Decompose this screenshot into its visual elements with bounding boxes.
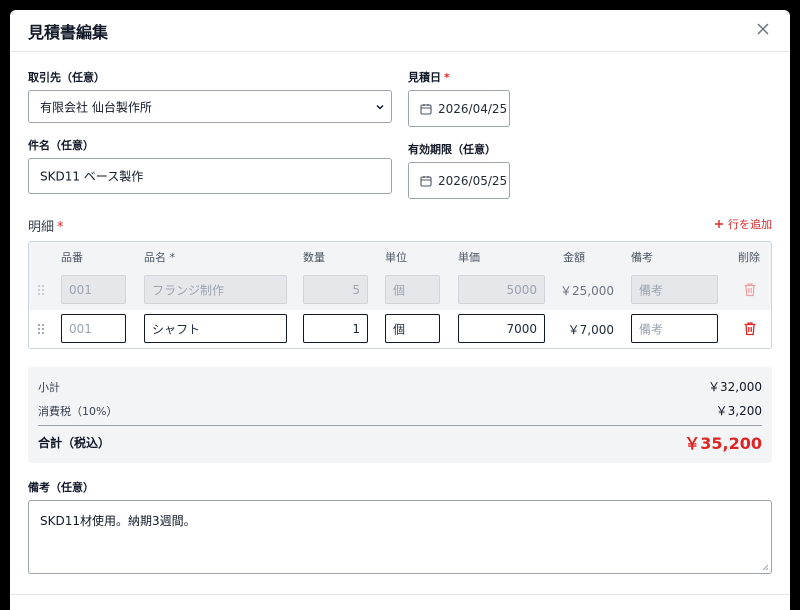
calendar-icon [420, 103, 432, 115]
expiry-label: 有効期限（任意） [408, 143, 496, 156]
col-name: 品名 * [144, 251, 175, 264]
unit-price-input[interactable]: 5000 [458, 275, 545, 304]
summary-divider [38, 425, 762, 426]
subtotal-label: 小計 [38, 381, 60, 394]
amount-value: ￥25,000 [560, 284, 614, 298]
trash-icon[interactable] [743, 321, 757, 336]
name-input[interactable]: フランジ制作 [144, 275, 287, 304]
note-input[interactable]: 備考 [631, 275, 718, 304]
tax-value: ￥3,200 [715, 404, 762, 418]
notes-textarea[interactable]: SKD11材使用。納期3週間。 [28, 500, 772, 574]
client-value: 有限会社 仙台製作所 [40, 100, 152, 114]
add-row-label: 行を追加 [728, 218, 772, 231]
unit-input[interactable]: 個 [385, 314, 440, 343]
note-input[interactable]: 備考 [631, 314, 718, 343]
tax-label: 消費税（10%） [38, 405, 118, 418]
subject-value: SKD11 ベース製作 [40, 169, 144, 184]
calendar-icon [420, 175, 432, 187]
col-delete: 削除 [738, 251, 760, 264]
expiry-date-value: 2026/05/25 [438, 173, 508, 188]
unit-price-input[interactable]: 7000 [458, 314, 545, 343]
close-icon[interactable] [754, 20, 772, 38]
client-select[interactable]: 有限会社 仙台製作所 [28, 90, 392, 123]
part-no-input[interactable]: 001 [61, 314, 126, 343]
amount-value: ￥7,000 [567, 323, 614, 337]
table-header: 品番 品名 * 数量 単位 単価 金額 備考 削除 [29, 242, 771, 270]
quote-date-label: 見積日 * [408, 71, 450, 84]
add-row-button[interactable]: 行を追加 [714, 216, 772, 232]
footer-divider [10, 594, 790, 595]
part-no-input[interactable]: 001 [61, 275, 126, 304]
notes-value: SKD11材使用。納期3週間。 [40, 514, 196, 528]
table-row: 001 シャフト 1 個 7000 ￥7,000 備考 [29, 309, 771, 348]
col-unit: 単位 [385, 251, 407, 264]
col-qty: 数量 [303, 251, 325, 264]
name-input[interactable]: シャフト [144, 314, 287, 343]
resize-handle-icon[interactable] [761, 563, 769, 571]
subject-label: 件名（任意） [28, 139, 94, 152]
items-section-title: 明細 * [28, 220, 64, 235]
chevron-down-icon [376, 104, 384, 110]
subtotal-value: ￥32,000 [708, 380, 762, 394]
items-table: 品番 品名 * 数量 単位 単価 金額 備考 削除 001 フランジ制作 5 個… [28, 241, 772, 349]
table-row: 001 フランジ制作 5 個 5000 ￥25,000 備考 [29, 270, 771, 310]
client-label: 取引先（任意） [28, 71, 105, 84]
quote-date-input[interactable]: 2026/04/25 [408, 90, 510, 127]
qty-input[interactable]: 5 [303, 275, 368, 304]
subject-input[interactable]: SKD11 ベース製作 [28, 158, 392, 194]
modal-header: 見積書編集 [10, 10, 790, 52]
quote-date-value: 2026/04/25 [438, 101, 508, 116]
totals-summary: 小計 ￥32,000 消費税（10%） ￥3,200 合計（税込） ￥35,20… [28, 367, 772, 463]
trash-icon[interactable] [743, 282, 757, 297]
quote-edit-modal: 見積書編集 取引先（任意） 有限会社 仙台製作所 見積日 * 2026/04/25… [10, 10, 790, 610]
col-unit-price: 単価 [458, 251, 480, 264]
unit-input[interactable]: 個 [385, 275, 440, 304]
notes-label: 備考（任意） [28, 481, 94, 494]
col-amount: 金額 [563, 251, 585, 264]
drag-handle-icon[interactable] [37, 322, 45, 336]
modal-title: 見積書編集 [28, 23, 109, 42]
expiry-date-input[interactable]: 2026/05/25 [408, 162, 510, 199]
qty-input[interactable]: 1 [303, 314, 368, 343]
col-note: 備考 [631, 251, 653, 264]
total-value: ￥35,200 [684, 434, 762, 453]
col-part-no: 品番 [61, 251, 83, 264]
drag-handle-icon[interactable] [37, 283, 45, 297]
total-label: 合計（税込） [38, 436, 111, 450]
plus-icon [715, 220, 723, 228]
